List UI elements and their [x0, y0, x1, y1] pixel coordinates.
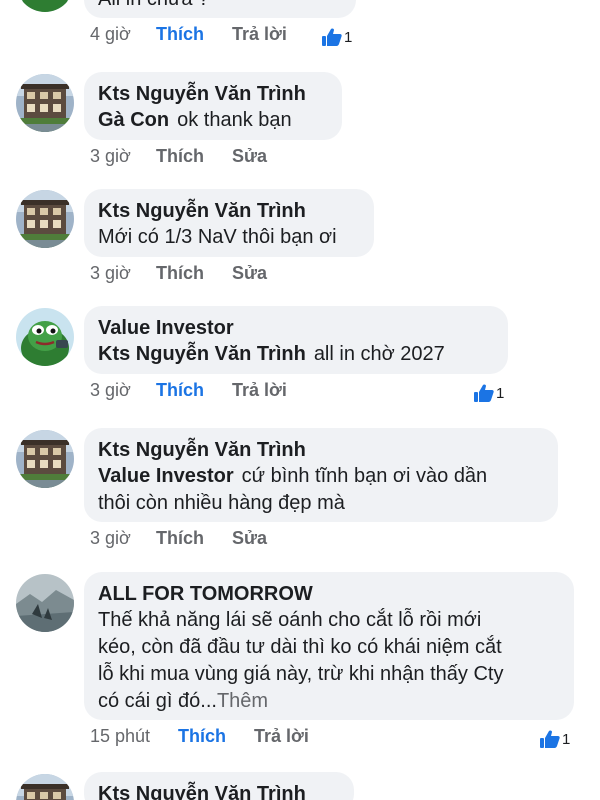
- like-button[interactable]: Thích: [156, 146, 232, 167]
- comment-text-line2: thôi còn nhiều hàng đẹp mà: [98, 492, 345, 514]
- comment-bubble: All in chưa ?: [84, 0, 356, 18]
- house-photo-avatar-icon: [16, 190, 74, 248]
- reaction-count[interactable]: 1: [474, 384, 504, 402]
- like-button[interactable]: Thích: [156, 263, 232, 284]
- reply-button[interactable]: Trả lời: [232, 24, 287, 45]
- reply-button[interactable]: Trả lời: [232, 380, 287, 401]
- house-photo-avatar-icon: [16, 430, 74, 488]
- comment-author[interactable]: Value Investor: [98, 315, 494, 341]
- comment-time: 3 giờ: [90, 380, 131, 400]
- comment-actions: 3 giờ Thích Sửa: [90, 263, 267, 284]
- comment-author[interactable]: Kts Nguyễn Văn Trình: [98, 781, 340, 800]
- avatar[interactable]: [16, 74, 74, 132]
- mention-link[interactable]: Gà Con: [98, 109, 169, 131]
- comment-time: 3 giờ: [90, 263, 131, 283]
- comment-body: cứ bình tĩnh bạn ơi vào dần: [241, 465, 488, 487]
- comment-bubble: Kts Nguyễn Văn Trình Mới có 1/3 NaV thôi…: [84, 189, 374, 257]
- reaction-count[interactable]: 1: [322, 28, 352, 46]
- comment-body: ok thank bạn: [177, 109, 292, 131]
- comment-time: 4 giờ: [90, 24, 131, 44]
- comment-time: 3 giờ: [90, 146, 131, 166]
- comment-author[interactable]: Kts Nguyễn Văn Trình: [98, 198, 360, 224]
- thumbs-up-icon: [474, 384, 494, 402]
- comment-author[interactable]: Kts Nguyễn Văn Trình: [98, 437, 544, 463]
- comment-author[interactable]: ALL FOR TOMORROW: [98, 581, 560, 607]
- comment-time: 15 phút: [90, 726, 151, 746]
- comment-actions: 3 giờ Thích Sửa: [90, 146, 267, 167]
- comment-bubble: Kts Nguyễn Văn Trình: [84, 772, 354, 800]
- comment-body: all in chờ 2027: [313, 343, 445, 365]
- avatar[interactable]: [16, 0, 74, 12]
- edit-button[interactable]: Sửa: [232, 528, 267, 549]
- comment-bubble: Value Investor Kts Nguyễn Văn Trình all i…: [84, 306, 508, 374]
- edit-button[interactable]: Sửa: [232, 146, 267, 167]
- mention-link[interactable]: Value Investor: [98, 465, 234, 487]
- house-photo-avatar-icon: [16, 774, 74, 800]
- comment-line: lỗ khi mua vùng giá này, trừ khi nhận th…: [98, 663, 504, 685]
- comment-line: có cái gì đó...: [98, 690, 217, 712]
- house-photo-avatar-icon: [16, 74, 74, 132]
- comment-text: Kts Nguyễn Văn Trình all in chờ 2027: [98, 341, 494, 368]
- comment-actions: 4 giờ Thích Trả lời: [90, 24, 287, 45]
- landscape-avatar-icon: [16, 574, 74, 632]
- comment-text: Gà Con ok thank bạn: [98, 107, 328, 134]
- like-button[interactable]: Thích: [178, 726, 254, 747]
- see-more-link[interactable]: Thêm: [217, 690, 268, 712]
- avatar[interactable]: [16, 190, 74, 248]
- like-button[interactable]: Thích: [156, 24, 232, 45]
- avatar[interactable]: [16, 308, 74, 366]
- comment-actions: 3 giờ Thích Trả lời: [90, 380, 287, 401]
- comment-text: Value Investor cứ bình tĩnh bạn ơi vào dầ…: [98, 463, 544, 490]
- comment-time: 3 giờ: [90, 528, 131, 548]
- comment-text: Mới có 1/3 NaV thôi bạn ơi: [98, 226, 337, 248]
- like-button[interactable]: Thích: [156, 380, 232, 401]
- reaction-number: 1: [562, 730, 571, 748]
- reaction-count[interactable]: 1: [540, 730, 570, 748]
- comment-line: Thế khả năng lái sẽ oánh cho cắt lỗ rồi …: [98, 609, 482, 631]
- mention-link[interactable]: Kts Nguyễn Văn Trình: [98, 343, 306, 365]
- thumbs-up-icon: [322, 28, 342, 46]
- edit-button[interactable]: Sửa: [232, 263, 267, 284]
- comment-bubble: ALL FOR TOMORROW Thế khả năng lái sẽ oán…: [84, 572, 574, 720]
- avatar[interactable]: [16, 574, 74, 632]
- reaction-number: 1: [344, 28, 353, 46]
- comment-bubble: Kts Nguyễn Văn Trình Gà Con ok thank bạn: [84, 72, 342, 140]
- avatar[interactable]: [16, 430, 74, 488]
- comment-actions: 3 giờ Thích Sửa: [90, 528, 267, 549]
- reaction-number: 1: [496, 384, 505, 402]
- comment-actions: 15 phút Thích Trả lời: [90, 726, 309, 747]
- comment-line: kéo, còn đã đầu tư dài thì ko có khái ni…: [98, 636, 502, 658]
- like-button[interactable]: Thích: [156, 528, 232, 549]
- comment-author[interactable]: Kts Nguyễn Văn Trình: [98, 81, 328, 107]
- reply-button[interactable]: Trả lời: [254, 726, 309, 747]
- comment-bubble: Kts Nguyễn Văn Trình Value Investor cứ bì…: [84, 428, 558, 522]
- frog-avatar-icon: [16, 0, 74, 12]
- avatar[interactable]: [16, 774, 74, 800]
- comment-text: All in chưa ?: [98, 0, 342, 10]
- comment-line-last: có cái gì đó...Thêm: [98, 688, 560, 715]
- thumbs-up-icon: [540, 730, 560, 748]
- green-frog-avatar-icon: [16, 308, 74, 366]
